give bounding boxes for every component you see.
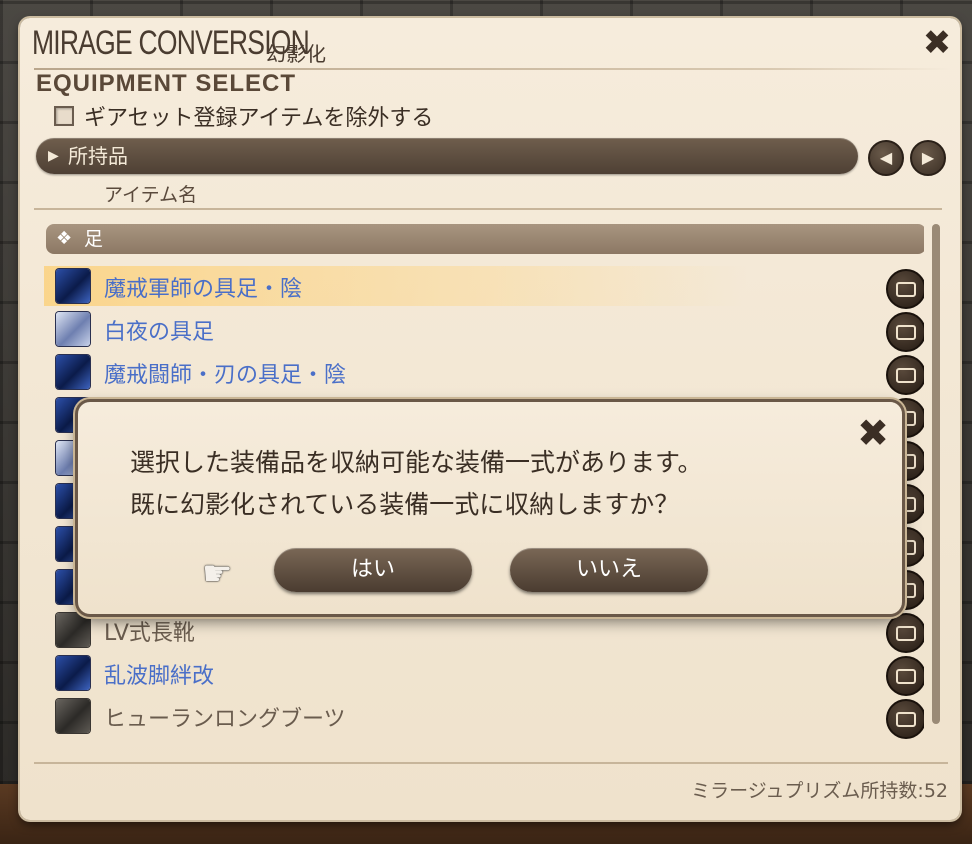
category-label: 所持品 [68,144,128,168]
exclude-gearset-label: ギアセット登録アイテムを除外する [84,106,434,131]
list-scrollbar[interactable] [932,224,940,724]
dialog-message-line1: 選択した装備品を収納可能な装備一式があります。 [130,448,703,477]
boots-icon [56,312,90,346]
boots-icon [56,699,90,733]
next-category-button[interactable]: ▶ [910,140,946,176]
footer-divider [34,762,948,764]
dialog-message-line2: 既に幻影化されている装備一式に収納しますか？ [130,490,680,519]
item-name: ヒューランロングブーツ [104,707,346,732]
list-item[interactable]: 白夜の具足 [44,309,924,352]
column-header-item-name: アイテム名 [104,184,198,206]
exclude-gearset-option[interactable]: ギアセット登録アイテムを除外する [54,100,433,132]
boots-icon [56,613,90,647]
chest-icon[interactable] [886,312,924,352]
chest-icon[interactable] [886,699,924,739]
boots-icon [56,355,90,389]
confirm-dialog: ✖ 選択した装備品を収納可能な装備一式があります。 既に幻影化されている装備一式… [78,402,902,614]
section-subtitle: EQUIPMENT SELECT [36,70,297,97]
hand-pointer-icon: ☛ [202,554,233,594]
item-name: 白夜の具足 [104,320,215,345]
category-selector[interactable]: ▶ 所持品 [36,138,858,174]
list-item[interactable]: LV式長靴 [44,610,924,653]
window-title-jp: 幻影化 [266,42,326,66]
item-name: LV式長靴 [104,621,195,646]
item-name: 乱波脚絆改 [104,664,215,689]
boots-icon [56,269,90,303]
group-diamond-icon: ❖ [56,228,73,249]
group-header-feet: ❖ 足 [46,224,924,254]
dialog-close-icon[interactable]: ✖ [852,412,894,454]
list-item[interactable]: 魔戒闘師・刃の具足・陰 [44,352,924,395]
close-icon[interactable]: ✖ [918,24,956,62]
group-label: 足 [84,228,104,250]
dialog-message: 選択した装備品を収納可能な装備一式があります。 既に幻影化されている装備一式に収… [130,442,703,526]
no-button[interactable]: いいえ [510,548,708,592]
chest-icon[interactable] [886,656,924,696]
exclude-gearset-checkbox[interactable] [54,106,74,126]
expand-triangle-icon: ▶ [48,148,59,164]
boots-icon [56,656,90,690]
list-item[interactable]: 魔戒軍師の具足・陰 [44,266,924,309]
prev-category-button[interactable]: ◀ [868,140,904,176]
list-item[interactable]: 乱波脚絆改 [44,653,924,696]
item-name: 魔戒軍師の具足・陰 [104,277,303,302]
list-item[interactable]: ヒューランロングブーツ [44,696,924,739]
item-name: 魔戒闘師・刃の具足・陰 [104,363,347,388]
header-divider [34,208,942,210]
chest-icon[interactable] [886,613,924,653]
prism-count: ミラージュプリズム所持数:52 [691,780,948,802]
yes-button[interactable]: はい [274,548,472,592]
chest-icon[interactable] [886,355,924,395]
chest-icon[interactable] [886,269,924,309]
